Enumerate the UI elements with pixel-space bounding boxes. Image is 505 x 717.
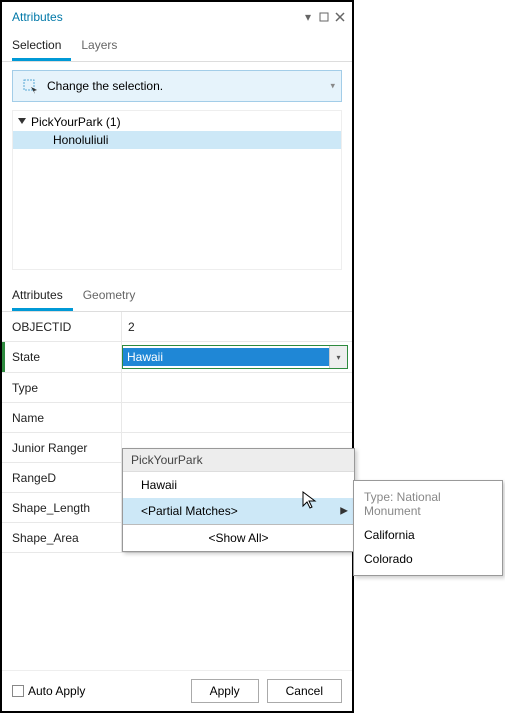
top-tabs: Selection Layers xyxy=(2,24,352,62)
submenu-item-colorado[interactable]: Colorado xyxy=(354,547,502,571)
combo-dropdown-button[interactable]: ▾ xyxy=(329,346,347,368)
change-selection-label: Change the selection. xyxy=(47,79,163,93)
tab-attributes[interactable]: Attributes xyxy=(12,284,73,311)
bottom-tabs: Attributes Geometry xyxy=(2,274,352,312)
dropdown-group-header: PickYourPark xyxy=(123,449,354,472)
row-objectid: OBJECTID 2 xyxy=(2,312,352,342)
tree-child-label: Honoluliuli xyxy=(53,133,108,147)
tree-root-row[interactable]: PickYourPark (1) xyxy=(13,113,341,131)
dropdown-item-partial-matches[interactable]: <Partial Matches> ▶ xyxy=(123,498,354,524)
checkbox-box-icon xyxy=(12,685,24,697)
row-type: Type xyxy=(2,373,352,403)
label-junior-ranger: Junior Ranger xyxy=(2,433,122,462)
row-name: Name xyxy=(2,403,352,433)
label-shape-area: Shape_Area xyxy=(2,523,122,552)
tab-selection[interactable]: Selection xyxy=(12,34,71,61)
apply-button[interactable]: Apply xyxy=(191,679,259,703)
selection-icon xyxy=(21,77,39,95)
label-ranged: RangeD xyxy=(2,463,122,492)
state-combobox[interactable]: Hawaii ▾ xyxy=(122,345,348,369)
tab-layers[interactable]: Layers xyxy=(81,34,127,61)
value-name[interactable] xyxy=(122,403,352,432)
auto-apply-label: Auto Apply xyxy=(28,684,85,698)
submenu-arrow-icon: ▶ xyxy=(340,506,348,517)
state-value[interactable]: Hawaii xyxy=(123,348,329,366)
label-state: State xyxy=(2,342,122,372)
value-type[interactable] xyxy=(122,373,352,402)
partial-matches-submenu: Type: National Monument California Color… xyxy=(353,480,503,576)
close-icon[interactable] xyxy=(334,11,346,23)
label-name: Name xyxy=(2,403,122,432)
label-shape-length: Shape_Length xyxy=(2,493,122,522)
panel-title: Attributes xyxy=(12,10,302,24)
submenu-item-california[interactable]: California xyxy=(354,523,502,547)
dropdown-item-partial-label: <Partial Matches> xyxy=(141,504,238,518)
state-dropdown-list: PickYourPark Hawaii <Partial Matches> ▶ … xyxy=(122,448,355,552)
attributes-panel: Attributes ▾ Selection Layers Change the… xyxy=(0,0,354,713)
selection-tree: PickYourPark (1) Honoluliuli xyxy=(12,110,342,270)
dropdown-show-all[interactable]: <Show All> xyxy=(123,525,354,551)
auto-apply-checkbox[interactable]: Auto Apply xyxy=(12,684,85,698)
dropdown-arrow-icon: ▾ xyxy=(330,81,335,92)
spacer xyxy=(2,553,352,670)
tree-root-label: PickYourPark (1) xyxy=(31,115,121,129)
window-controls: ▾ xyxy=(302,11,346,23)
tab-geometry[interactable]: Geometry xyxy=(83,284,146,311)
value-objectid[interactable]: 2 xyxy=(122,312,352,341)
footer: Auto Apply Apply Cancel xyxy=(2,670,352,711)
titlebar: Attributes ▾ xyxy=(2,2,352,24)
menu-icon[interactable]: ▾ xyxy=(302,11,314,23)
label-type: Type xyxy=(2,373,122,402)
maximize-icon[interactable] xyxy=(318,11,330,23)
dropdown-item-hawaii[interactable]: Hawaii xyxy=(123,472,354,498)
change-selection-dropdown[interactable]: Change the selection. ▾ xyxy=(12,70,342,102)
row-state: State Hawaii ▾ xyxy=(2,342,352,373)
cancel-button[interactable]: Cancel xyxy=(267,679,342,703)
tree-child-row[interactable]: Honoluliuli xyxy=(13,131,341,149)
tree-caret-icon[interactable] xyxy=(17,117,27,127)
label-objectid: OBJECTID xyxy=(2,312,122,341)
submenu-type-header: Type: National Monument xyxy=(354,485,502,523)
